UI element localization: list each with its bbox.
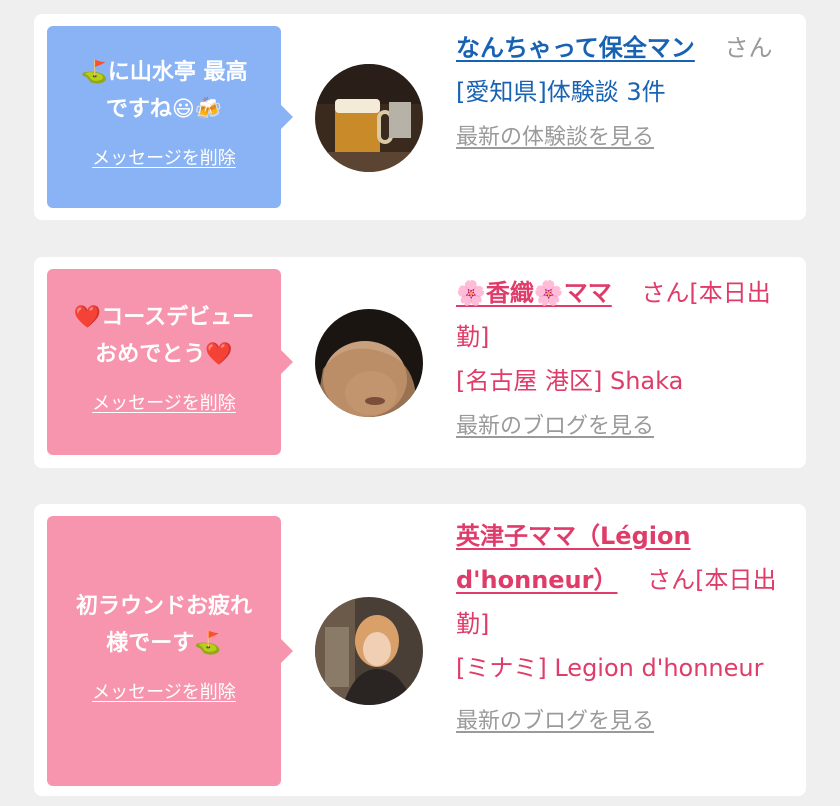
sender-suffix: さん [724,34,773,62]
message-card: ❤️コースデビュー おめでとう❤️ メッセージを削除 🌸香織🌸ママ さん[本日出勤… [34,257,806,468]
sender-info: なんちゃって保全マン さん [愛知県]体験談 3件 最新の体験談を見る [456,26,791,160]
message-bubble: ❤️コースデビュー おめでとう❤️ メッセージを削除 [47,269,293,455]
avatar[interactable] [315,597,423,705]
sender-area: [ミナミ] Legion d'honneur [456,654,764,682]
sender-name-link[interactable]: なんちゃって保全マン [456,34,695,62]
latest-link[interactable]: 最新の体験談を見る [456,116,791,160]
message-text: ❤️コースデビュー おめでとう❤️ [73,305,255,367]
sender-area: [愛知県]体験談 3件 [456,78,666,106]
avatar-woman-photo [315,309,423,417]
message-text: 初ラウンドお疲れ 様でーす⛳ [75,594,252,656]
avatar-woman-photo [315,597,423,705]
message-bubble: ⛳に山水亭 最高 ですね😃🍻 メッセージを削除 [47,26,293,208]
latest-link[interactable]: 最新のブログを見る [456,405,791,449]
message-card: 初ラウンドお疲れ 様でーす⛳ メッセージを削除 英津子ママ（Légion d'ho… [34,504,806,796]
avatar-beer-photo [315,64,423,172]
delete-message-link[interactable]: メッセージを削除 [92,389,236,415]
sender-area: [名古屋 港区] Shaka [456,367,684,395]
message-text: ⛳に山水亭 最高 ですね😃🍻 [80,60,248,122]
sender-info: 英津子ママ（Légion d'honneur） さん[本日出勤] [ミナミ] L… [456,514,791,744]
message-card: ⛳に山水亭 最高 ですね😃🍻 メッセージを削除 なんちゃって保全マン さん [愛知… [34,14,806,220]
sender-info: 🌸香織🌸ママ さん[本日出勤] [名古屋 港区] Shaka 最新のブログを見る [456,271,791,449]
sender-name-link[interactable]: 🌸香織🌸ママ [456,279,612,307]
avatar[interactable] [315,64,423,172]
message-bubble: 初ラウンドお疲れ 様でーす⛳ メッセージを削除 [47,516,293,786]
avatar[interactable] [315,309,423,417]
delete-message-link[interactable]: メッセージを削除 [92,144,236,170]
latest-link[interactable]: 最新のブログを見る [456,700,791,744]
delete-message-link[interactable]: メッセージを削除 [92,678,236,704]
